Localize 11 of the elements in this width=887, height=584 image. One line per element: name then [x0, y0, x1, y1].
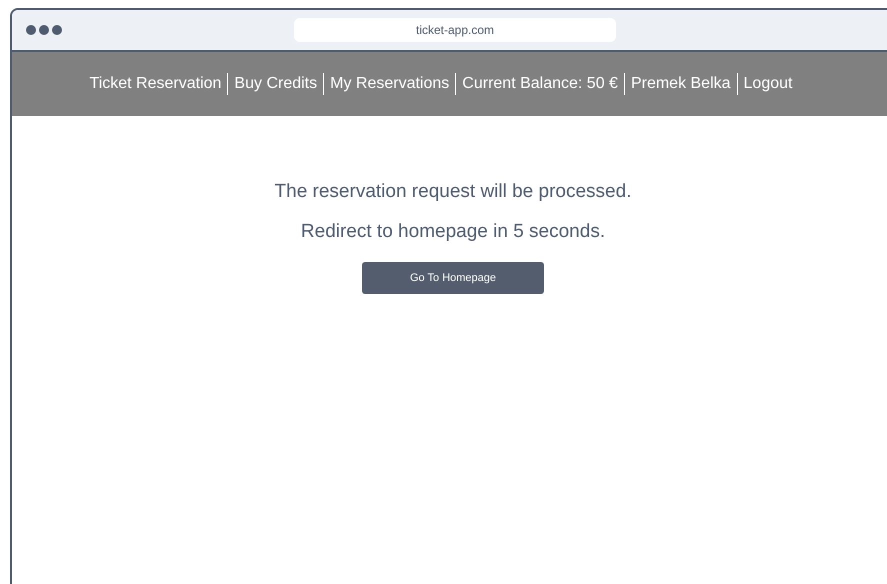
- address-bar[interactable]: ticket-app.com: [294, 18, 616, 42]
- nav-link[interactable]: Premek Belka: [624, 73, 737, 95]
- nav-link[interactable]: Logout: [736, 73, 798, 95]
- window-controls-icon: [26, 25, 62, 35]
- nav-link[interactable]: My Reservations: [323, 73, 456, 95]
- go-to-homepage-button[interactable]: Go To Homepage: [362, 262, 544, 294]
- status-message: Redirect to homepage in 5 seconds.: [300, 220, 606, 244]
- nav-link[interactable]: Buy Credits: [227, 73, 324, 95]
- nav-link[interactable]: Ticket Reservation: [84, 73, 228, 95]
- nav-link[interactable]: Current Balance: 50 €: [455, 73, 624, 95]
- status-message: The reservation request will be processed.: [274, 180, 632, 204]
